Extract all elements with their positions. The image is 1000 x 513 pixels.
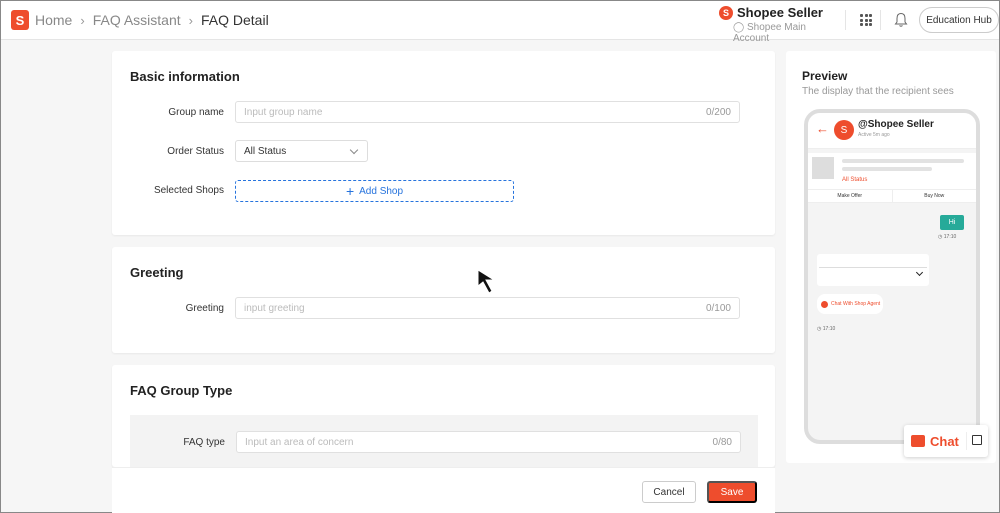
form-footer: Cancel Save [112,467,775,513]
shop-name: @Shopee Seller [858,119,934,130]
order-status-label: Order Status [167,146,224,157]
shopee-bag-icon: S [719,5,733,20]
chevron-right-icon: › [80,12,85,28]
group-name-input[interactable]: Input group name 0/200 [235,101,740,123]
faq-type-input[interactable]: Input an area of concern 0/80 [236,431,741,453]
greeting-card: Greeting Greeting input greeting 0/100 [112,247,775,353]
chevron-right-icon: › [188,12,193,28]
mouse-cursor-icon [477,269,496,294]
active-status: Active 5m ago [858,132,890,138]
seller-account-menu[interactable]: S Shopee Seller ◯ Shopee Main Account [719,5,839,44]
agent-icon [821,300,828,308]
chat-bubble-icon [911,435,925,447]
greeting-label: Greeting [185,303,224,314]
selected-shops-label: Selected Shops [153,185,224,196]
basic-information-card: Basic information Group name Input group… [112,51,775,235]
clock-icon: ◷ [817,326,822,332]
product-line [842,159,964,163]
cancel-button[interactable]: Cancel [642,481,696,503]
faq-dropdown-bubble [817,254,929,286]
chevron-down-icon [349,145,359,155]
product-status: All Status [842,177,868,183]
breadcrumb-faq-assistant[interactable]: FAQ Assistant [93,12,181,28]
product-line [842,167,932,171]
plus-icon: + [345,183,355,199]
user-icon: ◯ [733,22,745,33]
hi-message-bubble: Hi [940,215,964,230]
save-button[interactable]: Save [707,481,757,503]
expand-icon[interactable] [972,435,982,445]
basic-information-title: Basic information [130,69,240,84]
shop-avatar: S [834,120,854,140]
faq-group-type-title: FAQ Group Type [130,383,233,398]
breadcrumb-home[interactable]: Home [35,12,72,28]
shopee-logo-icon[interactable]: S [11,10,29,30]
chat-widget[interactable]: Chat [904,425,988,457]
group-name-counter: 0/200 [705,106,731,118]
chat-with-agent-pill: Chat With Shop Agent [817,294,883,314]
order-status-select[interactable]: All Status [235,140,368,162]
clock-icon: ◷ [938,234,943,240]
greeting-counter: 0/100 [705,302,731,314]
faq-type-label: FAQ type [183,437,225,448]
preview-panel: Preview The display that the recipient s… [786,51,996,463]
divider [819,267,927,268]
faq-type-counter: 0/80 [712,436,732,448]
chat-header: ← S @Shopee Seller Active 5m ago [808,113,976,149]
seller-name: Shopee Seller [737,5,823,20]
add-shop-button[interactable]: + Add Shop [235,180,514,202]
divider [845,10,846,30]
top-bar: S Home › FAQ Assistant › FAQ Detail S Sh… [1,1,999,44]
faq-type-panel: FAQ type Input an area of concern 0/80 [130,415,758,467]
account-label: ◯ Shopee Main Account [733,22,806,44]
greeting-input[interactable]: input greeting 0/100 [235,297,740,319]
back-arrow-icon: ← [816,121,829,136]
message-time: ◷ 17:10 [817,326,836,332]
group-name-label: Group name [168,107,224,118]
divider [966,432,967,450]
product-image [812,157,834,179]
preview-title: Preview [802,69,848,83]
bell-icon[interactable] [894,12,908,28]
buy-now-button: Buy Now [924,193,945,199]
make-offer-button: Make Offer [808,190,893,202]
chat-label: Chat [930,433,959,449]
breadcrumb-faq-detail: FAQ Detail [200,12,269,28]
greeting-title: Greeting [130,265,184,280]
message-time: ◷ 17:10 [938,234,957,240]
apps-grid-icon[interactable] [860,14,872,26]
divider [880,10,881,30]
product-actions: Make Offer Buy Now [808,189,976,203]
chevron-down-icon [915,268,924,277]
phone-mockup: ← S @Shopee Seller Active 5m ago All Sta… [804,109,980,444]
preview-subtitle: The display that the recipient sees [802,86,954,97]
education-hub-button[interactable]: Education Hub [919,7,999,33]
